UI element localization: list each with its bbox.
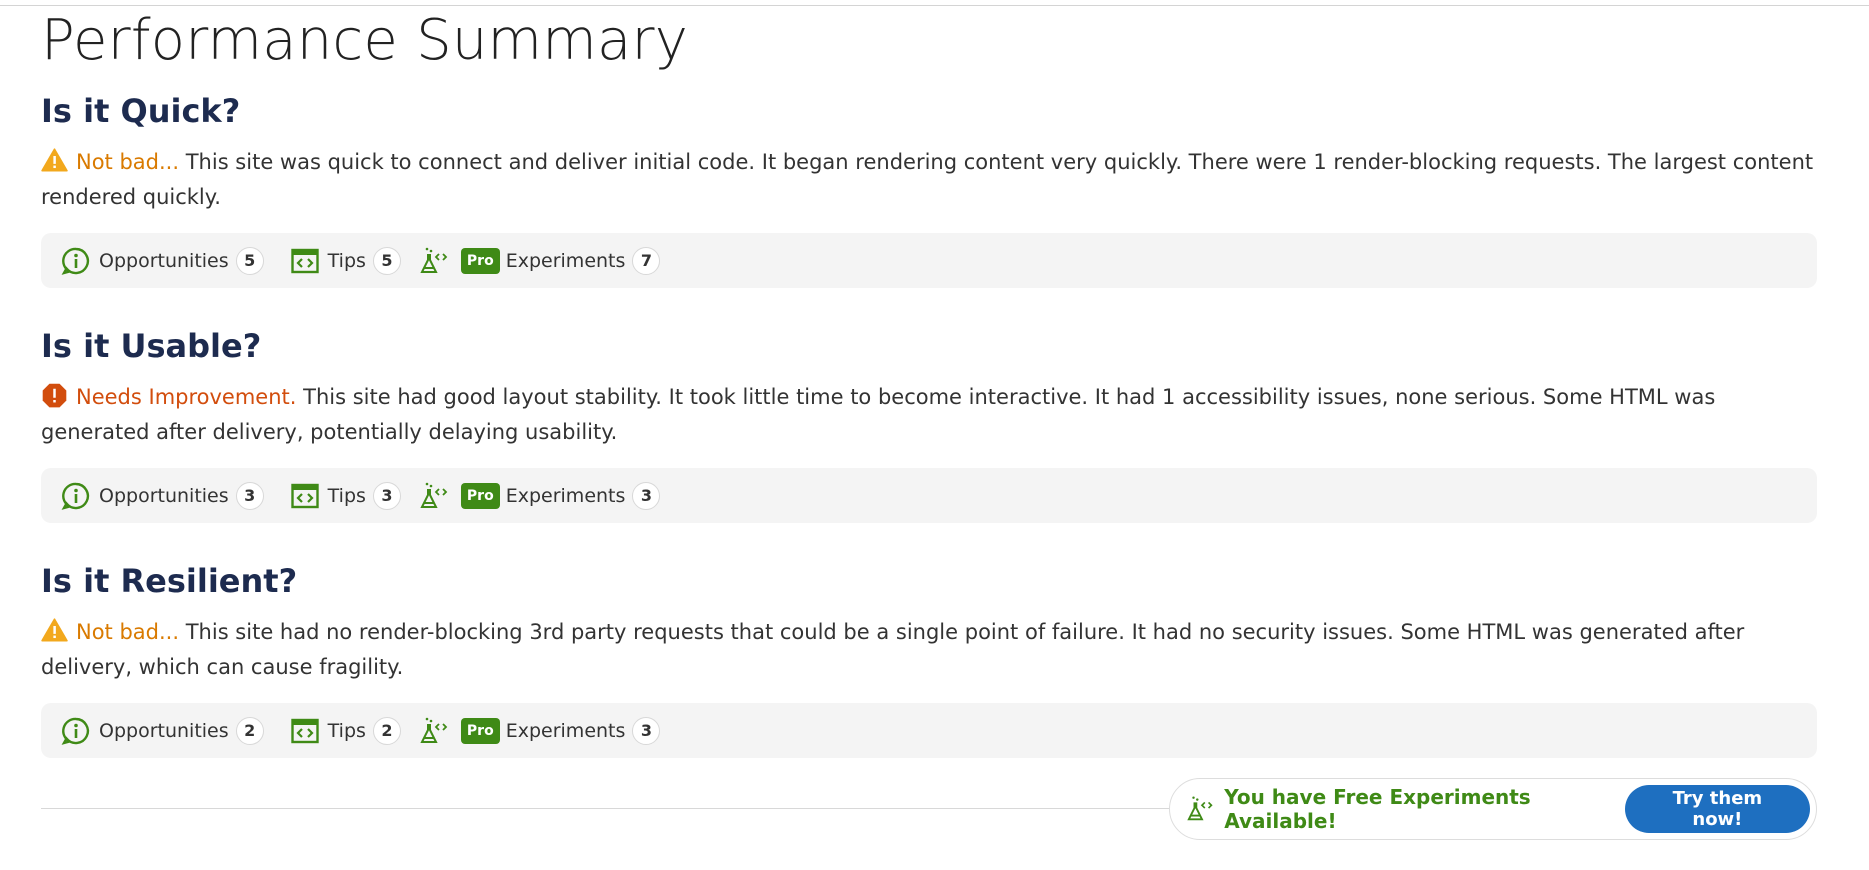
section-heading: Is it Resilient?	[41, 562, 298, 600]
opportunities-count: 3	[235, 481, 264, 510]
opportunities-link[interactable]: Opportunities 2	[61, 716, 264, 746]
experiments-count: 3	[632, 481, 661, 510]
verdict-label: Not bad...	[76, 150, 180, 174]
footer-divider	[41, 808, 1181, 809]
tips-label: Tips	[327, 249, 366, 272]
section-usable: Is it Usable? Needs Improvement. This si…	[41, 326, 1817, 523]
tips-count: 3	[372, 481, 401, 510]
warning-triangle-icon	[41, 618, 68, 642]
insights-bar: Opportunities 5 Tips 5 Pro Experiments 7	[41, 233, 1817, 288]
error-octagon-icon	[42, 383, 67, 408]
section-heading: Is it Quick?	[41, 92, 241, 130]
experiments-link[interactable]: Pro Experiments 3	[419, 716, 661, 746]
code-window-icon	[290, 718, 319, 743]
promo-text: You have Free Experiments Available!	[1224, 785, 1531, 833]
opportunities-count: 2	[235, 716, 264, 745]
page-title: Performance Summary	[41, 8, 689, 73]
tips-label: Tips	[327, 484, 366, 507]
experiments-link[interactable]: Pro Experiments 3	[419, 481, 661, 511]
section-quick: Is it Quick? Not bad... This site was qu…	[41, 91, 1817, 288]
flask-icon	[420, 247, 448, 273]
section-resilient: Is it Resilient? Not bad... This site ha…	[41, 561, 1817, 758]
tips-link[interactable]: Tips 2	[290, 716, 401, 746]
opportunities-count: 5	[235, 246, 264, 275]
insights-bar: Opportunities 2 Tips 2 Pro Experiments 3	[41, 703, 1817, 758]
experiments-count: 3	[632, 716, 661, 745]
section-heading: Is it Usable?	[41, 327, 262, 365]
summary-body: This site had no render-blocking 3rd par…	[41, 620, 1745, 679]
tips-count: 5	[372, 246, 401, 275]
pro-badge: Pro	[460, 482, 500, 509]
warning-triangle-icon	[41, 148, 68, 172]
code-window-icon	[290, 248, 319, 273]
opportunities-link[interactable]: Opportunities 5	[61, 246, 264, 276]
flask-icon	[420, 717, 448, 743]
pro-badge: Pro	[460, 247, 500, 274]
info-circle-icon	[61, 247, 90, 275]
summary-body: This site was quick to connect and deliv…	[41, 150, 1814, 209]
experiments-link[interactable]: Pro Experiments 7	[419, 246, 661, 276]
verdict-label: Needs Improvement.	[76, 385, 297, 409]
experiments-count: 7	[632, 246, 661, 275]
info-circle-icon	[61, 482, 90, 510]
tips-label: Tips	[327, 719, 366, 742]
opportunities-link[interactable]: Opportunities 3	[61, 481, 264, 511]
performance-summary: Performance Summary Is it Quick? Not bad…	[41, 0, 1817, 758]
tips-link[interactable]: Tips 5	[290, 246, 401, 276]
try-them-now-button[interactable]: Try them now!	[1624, 785, 1810, 833]
tips-count: 2	[372, 716, 401, 745]
pro-badge: Pro	[460, 717, 500, 744]
flask-icon	[420, 482, 448, 508]
opportunities-label: Opportunities	[99, 249, 229, 272]
section-summary: Not bad... This site had no render-block…	[41, 615, 1817, 685]
code-window-icon	[290, 483, 319, 508]
tips-link[interactable]: Tips 3	[290, 481, 401, 511]
info-circle-icon	[61, 717, 90, 745]
opportunities-label: Opportunities	[99, 484, 229, 507]
experiments-label: Experiments	[505, 249, 626, 272]
verdict-label: Not bad...	[76, 620, 180, 644]
section-summary: Needs Improvement. This site had good la…	[41, 380, 1817, 450]
opportunities-label: Opportunities	[99, 719, 229, 742]
flask-icon	[1187, 796, 1213, 821]
experiments-label: Experiments	[505, 719, 626, 742]
insights-bar: Opportunities 3 Tips 3 Pro Experiments 3	[41, 468, 1817, 523]
experiments-label: Experiments	[505, 484, 626, 507]
section-summary: Not bad... This site was quick to connec…	[41, 145, 1817, 215]
free-experiments-promo: You have Free Experiments Available! Try…	[1169, 778, 1817, 840]
